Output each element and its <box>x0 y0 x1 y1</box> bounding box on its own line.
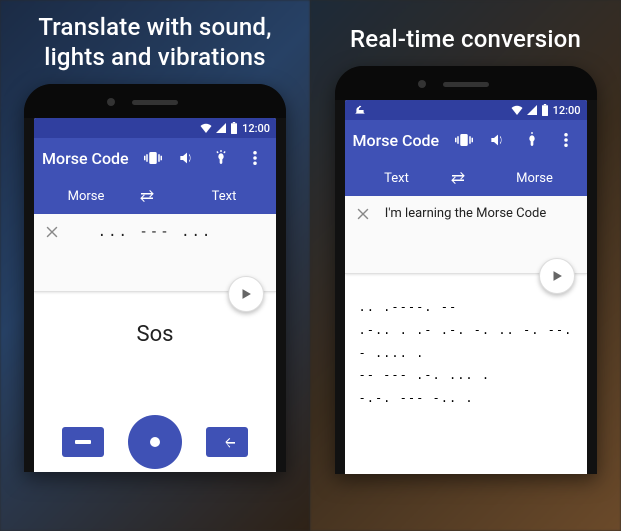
app-title: Morse Code <box>42 149 132 168</box>
tab-morse[interactable]: Morse <box>34 189 138 204</box>
android-status-bar: 12:00 <box>34 118 276 138</box>
battery-icon <box>541 104 549 116</box>
input-card: ... --- ... <box>34 214 276 292</box>
morse-input-field[interactable]: ... --- ... <box>34 214 276 266</box>
translation-output: Sos <box>34 292 276 402</box>
play-button[interactable] <box>539 258 575 294</box>
dash-button[interactable] <box>62 427 104 457</box>
app-title: Morse Code <box>353 131 443 150</box>
overflow-menu-button[interactable] <box>553 127 579 153</box>
signal-icon <box>527 105 537 115</box>
phone-camera <box>107 98 115 106</box>
tab-text[interactable]: Text <box>172 189 276 204</box>
wifi-icon <box>200 123 212 133</box>
tab-morse[interactable]: Morse <box>483 171 587 186</box>
battery-icon <box>230 122 238 134</box>
app-bar: Morse Code <box>34 138 276 178</box>
phone-frame: 12:00 Morse Code Morse <box>24 84 286 472</box>
vibration-button[interactable] <box>451 127 477 153</box>
tab-text[interactable]: Text <box>345 171 449 186</box>
phone-screen: 12:00 Morse Code Text <box>345 100 587 474</box>
mode-tabs: Morse Text <box>34 178 276 214</box>
clear-input-button[interactable] <box>40 220 64 244</box>
wifi-icon <box>511 105 523 115</box>
sound-button[interactable] <box>485 127 511 153</box>
flashlight-button[interactable] <box>208 145 234 171</box>
input-card: I'm learning the Morse Code <box>345 196 587 274</box>
phone-screen: 12:00 Morse Code Morse <box>34 118 276 472</box>
backspace-button[interactable] <box>206 427 248 457</box>
translation-output: .. .----. -- .-.. . .- .-. -. .. -. --. … <box>345 274 587 474</box>
morse-keypad <box>34 402 276 472</box>
marketing-headline: Real-time conversion <box>310 0 621 60</box>
overflow-menu-button[interactable] <box>242 145 268 171</box>
android-status-bar: 12:00 <box>345 100 587 120</box>
phone-frame: 12:00 Morse Code Text <box>335 66 597 474</box>
clear-input-button[interactable] <box>351 202 375 226</box>
phone-speaker <box>443 82 489 87</box>
sound-button[interactable] <box>174 145 200 171</box>
mode-tabs: Text Morse <box>345 160 587 196</box>
status-time: 12:00 <box>242 122 270 135</box>
phone-speaker <box>132 100 178 105</box>
marketing-headline: Translate with sound, lights and vibrati… <box>0 0 310 78</box>
notification-icon <box>355 104 365 116</box>
app-bar: Morse Code <box>345 120 587 160</box>
dot-button[interactable] <box>128 415 182 469</box>
text-input-field[interactable]: I'm learning the Morse Code <box>345 196 587 247</box>
swap-button[interactable] <box>449 172 483 184</box>
status-time: 12:00 <box>553 104 581 117</box>
vibration-button[interactable] <box>140 145 166 171</box>
swap-button[interactable] <box>138 190 172 202</box>
phone-camera <box>418 80 426 88</box>
flashlight-button[interactable] <box>519 127 545 153</box>
signal-icon <box>216 123 226 133</box>
